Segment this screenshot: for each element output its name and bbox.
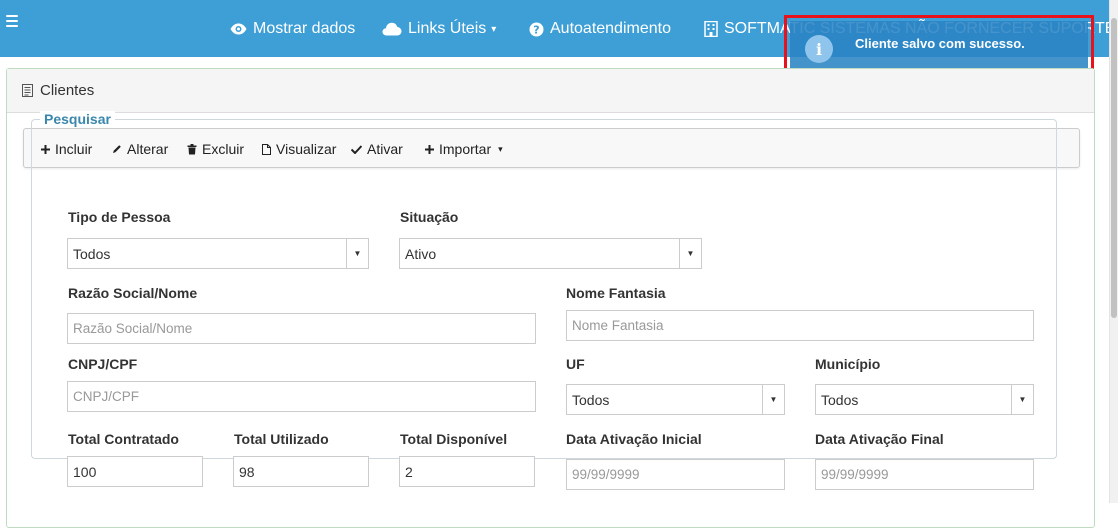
select-value: Todos: [572, 391, 610, 408]
total-utilizado-label: Total Utilizado: [234, 431, 329, 447]
caret-down-icon: ▼: [679, 239, 701, 268]
select-value: Todos: [821, 391, 859, 408]
select-value: Ativo: [405, 245, 437, 262]
question-circle-icon: ?: [529, 22, 544, 36]
nav-label: Mostrar dados: [253, 20, 356, 37]
total-disponivel-label: Total Disponível: [400, 431, 508, 447]
cloud-icon: [382, 22, 402, 36]
total-utilizado-input[interactable]: 98: [233, 456, 369, 487]
razao-social-input[interactable]: Razão Social/Nome: [67, 313, 536, 344]
nome-fantasia-input[interactable]: Nome Fantasia: [566, 310, 1034, 341]
uf-label: UF: [566, 356, 585, 372]
cnpj-cpf-input[interactable]: CNPJ/CPF: [67, 381, 536, 412]
situacao-select[interactable]: Ativo ▼: [399, 238, 702, 269]
hamburger-menu-icon[interactable]: [6, 15, 18, 27]
panel-heading: Clientes: [7, 69, 1094, 113]
select-value: Todos: [73, 245, 111, 262]
situacao-label: Situação: [400, 209, 459, 225]
total-contratado-input[interactable]: 100: [67, 456, 203, 487]
municipio-select[interactable]: Todos ▼: [815, 384, 1034, 415]
caret-down-icon: ▼: [762, 385, 784, 414]
page-scrollbar[interactable]: [1109, 0, 1118, 503]
chevron-down-icon: ▾: [491, 23, 497, 35]
document-icon: [22, 84, 33, 97]
municipio-label: Município: [815, 356, 881, 372]
svg-text:?: ?: [533, 23, 539, 36]
total-contratado-label: Total Contratado: [68, 431, 179, 447]
nav-label: Links Úteis: [408, 20, 487, 37]
search-legend: Pesquisar: [40, 111, 115, 127]
data-ativacao-final-input[interactable]: 99/99/9999: [815, 459, 1034, 490]
nome-fantasia-label: Nome Fantasia: [566, 285, 666, 301]
building-icon: [704, 21, 718, 37]
eye-icon: [230, 23, 247, 35]
scrollbar-thumb[interactable]: [1111, 18, 1117, 318]
panel-title: Clientes: [40, 82, 95, 99]
nav-label: Autoatendimento: [550, 20, 671, 37]
razao-social-label: Razão Social/Nome: [68, 285, 198, 301]
caret-down-icon: ▼: [346, 239, 368, 268]
nav-links-uteis[interactable]: Links Úteis ▾: [382, 18, 496, 40]
nav-mostrar-dados[interactable]: Mostrar dados: [230, 18, 355, 40]
tipo-pessoa-select[interactable]: Todos ▼: [67, 238, 369, 269]
nav-autoatendimento[interactable]: ? Autoatendimento: [529, 18, 671, 40]
cnpj-cpf-label: CNPJ/CPF: [68, 356, 138, 372]
tipo-pessoa-label: Tipo de Pessoa: [68, 209, 171, 225]
data-ativacao-final-label: Data Ativação Final: [815, 431, 944, 447]
caret-down-icon: ▼: [1011, 385, 1033, 414]
uf-select[interactable]: Todos ▼: [566, 384, 785, 415]
total-disponivel-input[interactable]: 2: [399, 456, 535, 487]
data-ativacao-inicial-label: Data Ativação Inicial: [566, 431, 702, 447]
data-ativacao-inicial-input[interactable]: 99/99/9999: [566, 459, 785, 490]
